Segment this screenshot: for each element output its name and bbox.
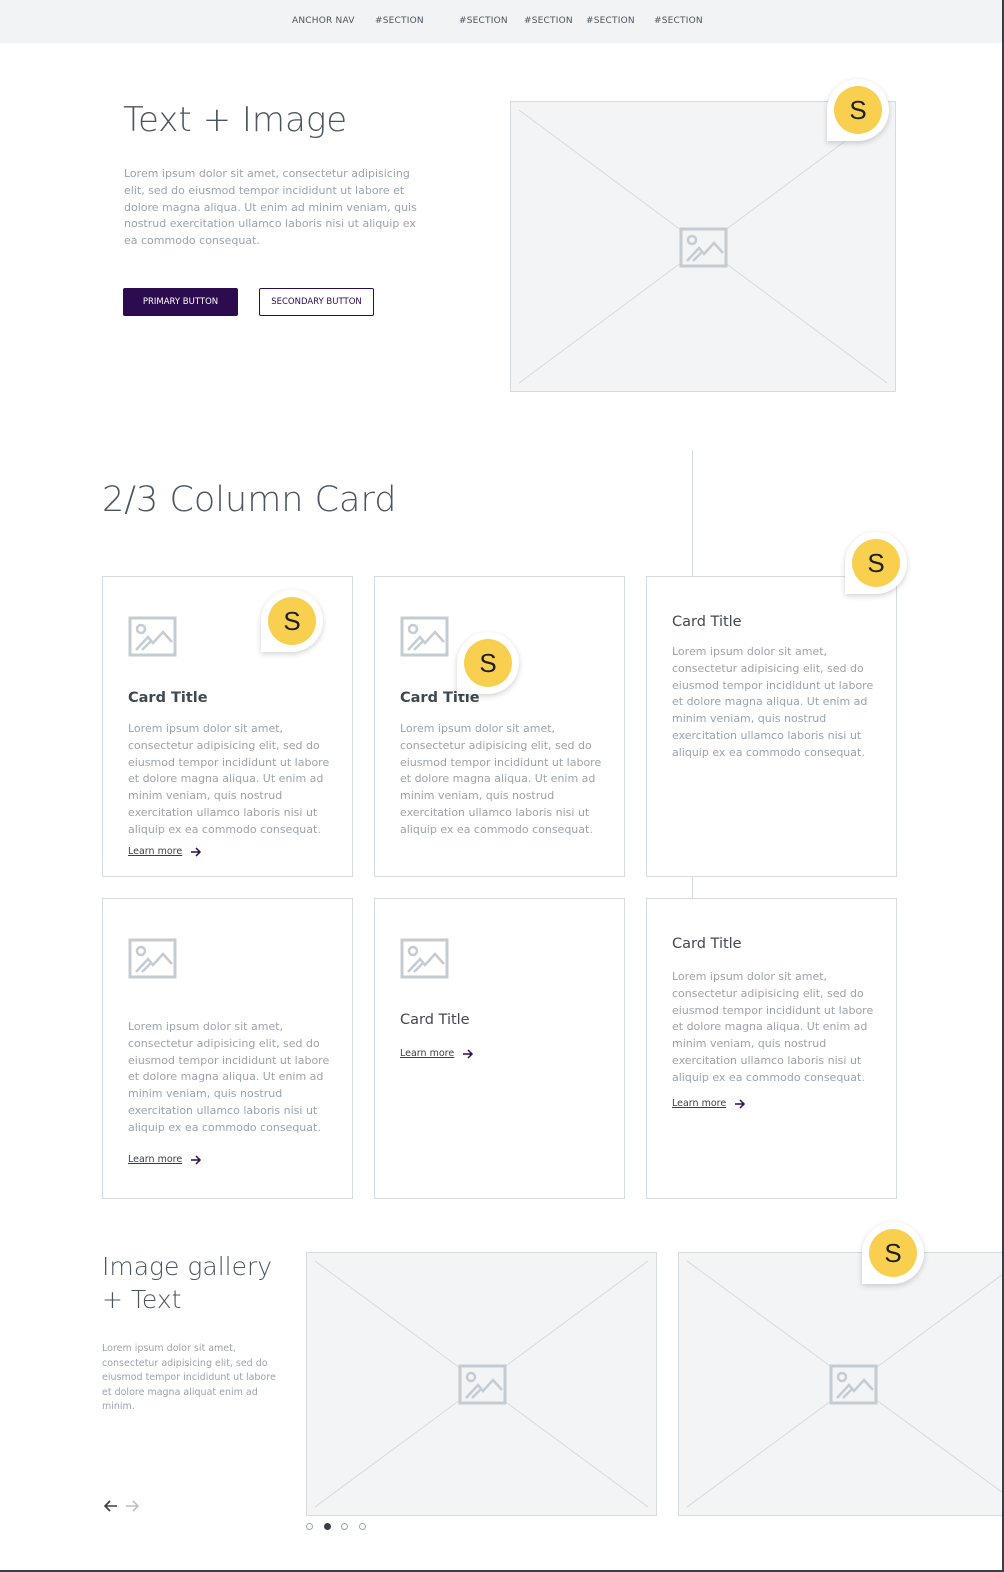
learn-more-link[interactable]: Learn more xyxy=(672,1098,746,1109)
carousel-dot[interactable] xyxy=(359,1523,366,1530)
card: Card Title Lorem ipsum dolor sit amet, c… xyxy=(374,576,625,877)
nav-item-anchor[interactable]: ANCHOR NAV xyxy=(292,16,355,26)
card-title: Card Title xyxy=(672,936,742,952)
avatar: S xyxy=(834,86,882,134)
image-icon xyxy=(400,938,449,979)
nav-item-section-5[interactable]: #SECTION xyxy=(654,16,703,26)
card-title: Card Title xyxy=(128,690,208,706)
learn-more-label: Learn more xyxy=(128,846,183,857)
card: Lorem ipsum dolor sit amet, consectetur … xyxy=(102,898,353,1199)
hero-image-placeholder xyxy=(510,101,896,392)
avatar: S xyxy=(852,539,900,587)
avatar: S xyxy=(464,639,512,687)
card-body: Lorem ipsum dolor sit amet, consectetur … xyxy=(672,645,874,759)
learn-more-link[interactable]: Learn more xyxy=(128,1154,202,1165)
primary-button[interactable]: PRIMARY BUTTON xyxy=(123,288,238,316)
card-body: Lorem ipsum dolor sit amet, consectetur … xyxy=(400,722,602,836)
gallery-image[interactable] xyxy=(678,1252,1002,1516)
nav-item-section-2[interactable]: #SECTION xyxy=(459,16,508,26)
collaborator-avatar-badge[interactable]: S xyxy=(457,632,519,694)
card-title: Card Title xyxy=(672,614,742,630)
collaborator-avatar-badge[interactable]: S xyxy=(261,590,323,652)
image-icon xyxy=(400,616,449,657)
hero-title: Text + Image xyxy=(123,100,348,140)
card: Card Title Lorem ipsum dolor sit amet, c… xyxy=(646,576,897,877)
cards-section-title: 2/3 Column Card xyxy=(102,480,397,520)
anchor-nav: ANCHOR NAV #SECTION #SECTION #SECTION #S… xyxy=(0,0,1002,43)
image-icon xyxy=(128,938,177,979)
avatar: S xyxy=(268,597,316,645)
carousel-dot[interactable] xyxy=(306,1523,313,1530)
gallery-image[interactable] xyxy=(306,1252,657,1516)
learn-more-link[interactable]: Learn more xyxy=(400,1048,474,1059)
card: Card Title Lorem ipsum dolor sit amet, c… xyxy=(646,898,897,1199)
secondary-button[interactable]: SECONDARY BUTTON xyxy=(259,288,374,316)
collaborator-avatar-badge[interactable]: S xyxy=(862,1222,924,1284)
arrow-left-icon[interactable] xyxy=(104,1500,118,1512)
learn-more-label: Learn more xyxy=(400,1048,455,1059)
arrow-right-icon xyxy=(191,846,202,857)
arrow-right-icon[interactable] xyxy=(125,1500,139,1512)
nav-item-section-1[interactable]: #SECTION xyxy=(375,16,424,26)
grid-guide-line xyxy=(692,450,693,577)
card-body: Lorem ipsum dolor sit amet, consectetur … xyxy=(128,1020,330,1134)
avatar: S xyxy=(869,1229,917,1277)
collaborator-avatar-badge[interactable]: S xyxy=(845,532,907,594)
carousel-dot-active[interactable] xyxy=(324,1523,331,1530)
image-icon xyxy=(679,227,728,268)
image-icon xyxy=(458,1364,507,1405)
learn-more-label: Learn more xyxy=(672,1098,727,1109)
collaborator-avatar-badge[interactable]: S xyxy=(827,79,889,141)
arrow-right-icon xyxy=(463,1048,474,1059)
nav-item-section-4[interactable]: #SECTION xyxy=(586,16,635,26)
hero-body: Lorem ipsum dolor sit amet, consectetur … xyxy=(124,167,417,248)
gallery-title: Image gallery + Text xyxy=(102,1252,273,1314)
nav-item-section-3[interactable]: #SECTION xyxy=(524,16,573,26)
learn-more-link[interactable]: Learn more xyxy=(128,846,202,857)
arrow-right-icon xyxy=(735,1098,746,1109)
card: Card Title Learn more xyxy=(374,898,625,1199)
image-icon xyxy=(829,1364,878,1405)
arrow-right-icon xyxy=(191,1154,202,1165)
image-icon xyxy=(128,616,177,657)
card-body: Lorem ipsum dolor sit amet, consectetur … xyxy=(672,970,874,1084)
card-body: Lorem ipsum dolor sit amet, consectetur … xyxy=(128,722,330,836)
grid-guide-line xyxy=(692,876,693,898)
learn-more-label: Learn more xyxy=(128,1154,183,1165)
gallery-body: Lorem ipsum dolor sit amet, consectetur … xyxy=(102,1343,276,1412)
card-title: Card Title xyxy=(400,1012,470,1028)
carousel-dot[interactable] xyxy=(341,1523,348,1530)
